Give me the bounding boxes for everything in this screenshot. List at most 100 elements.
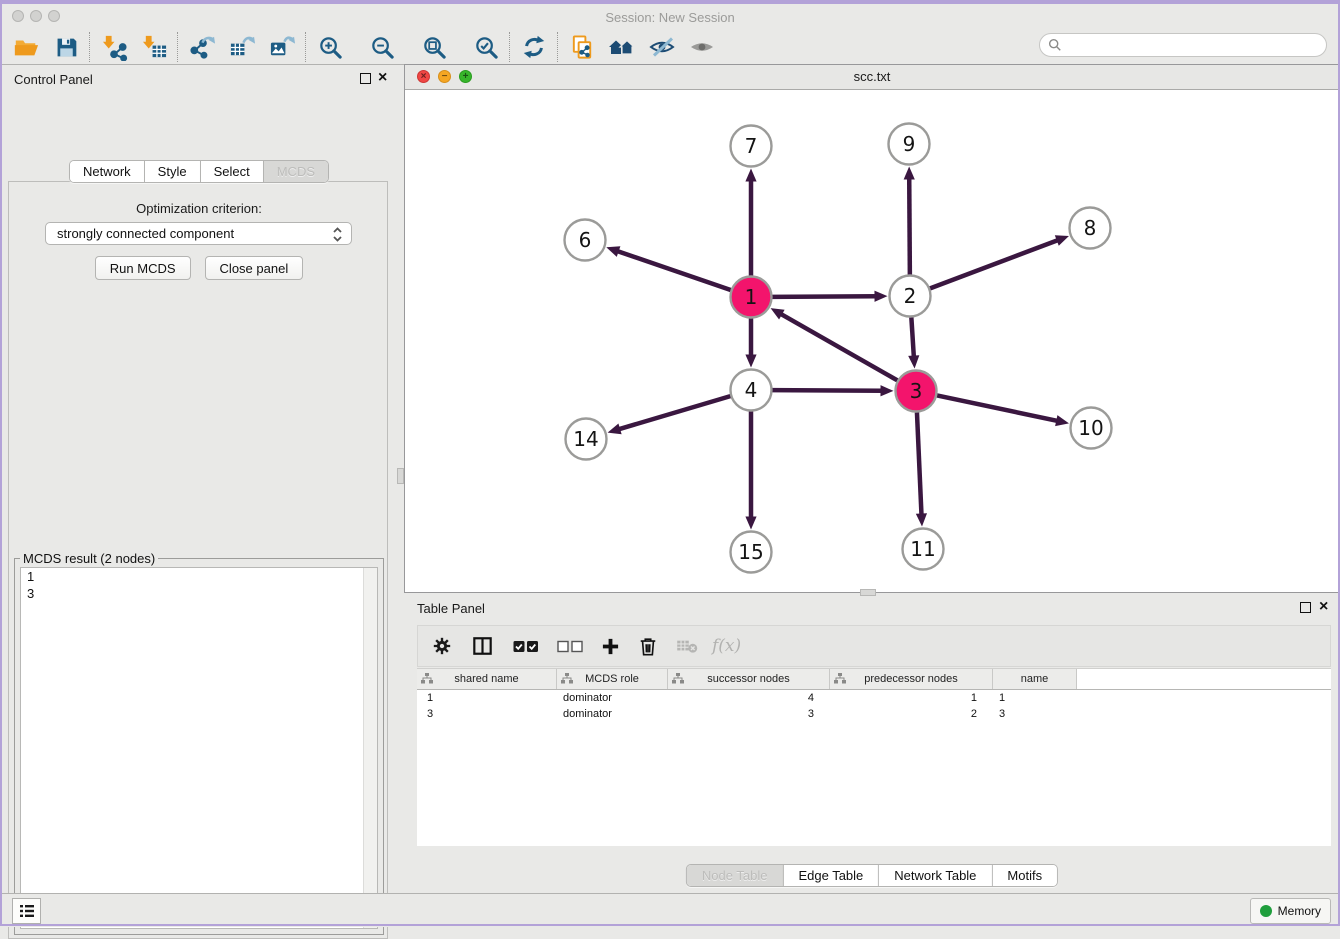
graph-node-11[interactable]: 11 [903, 529, 944, 570]
graph-node-8[interactable]: 8 [1070, 208, 1111, 249]
save-session-icon[interactable] [52, 33, 80, 61]
export-image-icon[interactable] [268, 33, 296, 61]
graph-edge-4-3[interactable] [772, 390, 882, 391]
open-session-icon[interactable] [12, 33, 40, 61]
tab-edge-table[interactable]: Edge Table [783, 865, 879, 886]
duplicate-network-icon[interactable] [568, 33, 596, 61]
cell-shared-name[interactable]: 3 [417, 706, 557, 722]
zoom-out-icon[interactable] [368, 33, 396, 61]
tab-network[interactable]: Network [70, 161, 145, 182]
toolbar-separator [509, 32, 511, 62]
cell-mcds-role[interactable]: dominator [557, 690, 668, 706]
control-panel-tab-bar: NetworkStyleSelectMCDS [69, 160, 329, 183]
graph-node-1[interactable]: 1 [731, 277, 772, 318]
show-all-icon[interactable] [688, 33, 716, 61]
export-network-icon[interactable] [188, 33, 216, 61]
network-graph[interactable]: 7 9 6 8 1 2 4 3 14 10 15 11 [405, 89, 1339, 592]
graph-node-10[interactable]: 10 [1071, 408, 1112, 449]
cell-shared-name[interactable]: 1 [417, 690, 557, 706]
search-input[interactable] [1039, 33, 1327, 57]
graph-edge-3-10[interactable] [937, 395, 1058, 421]
mcds-result-title: MCDS result (2 nodes) [20, 551, 158, 566]
cell-mcds-role[interactable]: dominator [557, 706, 668, 722]
float-table-panel-icon[interactable] [1300, 602, 1311, 613]
cell-successor-nodes[interactable]: 4 [668, 690, 830, 706]
graph-edge-1-6[interactable] [617, 251, 731, 290]
control-panel: Control Panel × NetworkStyleSelectMCDS O… [0, 64, 398, 893]
table-row[interactable]: 3dominator323 [417, 706, 1331, 722]
column-header-name[interactable]: name [993, 669, 1077, 689]
graph-arrowhead-4-15 [745, 517, 756, 530]
graph-node-7[interactable]: 7 [731, 126, 772, 167]
split-columns-icon[interactable] [472, 636, 493, 656]
memory-button[interactable]: Memory [1250, 898, 1331, 924]
task-history-button[interactable] [12, 898, 41, 924]
network-window-titlebar[interactable]: × − + scc.txt [405, 65, 1339, 90]
close-panel-button[interactable]: Close panel [205, 256, 304, 280]
table-settings-icon[interactable] [432, 636, 452, 656]
mcds-result-list[interactable]: 13 [20, 567, 378, 929]
column-header-successor-nodes[interactable]: successor nodes [668, 669, 830, 689]
tab-network-table[interactable]: Network Table [879, 865, 992, 886]
criterion-dropdown[interactable]: strongly connected component [45, 222, 352, 245]
tab-motifs[interactable]: Motifs [992, 865, 1057, 886]
cell-name[interactable]: 1 [993, 690, 1077, 706]
hide-selected-icon[interactable] [648, 33, 676, 61]
export-table-icon[interactable] [228, 33, 256, 61]
graph-arrowhead-2-9 [904, 166, 915, 179]
node-table[interactable]: shared nameMCDS rolesuccessor nodesprede… [417, 668, 1331, 846]
column-header-shared-name[interactable]: shared name [417, 669, 557, 689]
svg-text:10: 10 [1078, 416, 1103, 440]
delete-selected-icon[interactable] [638, 636, 658, 657]
tab-mcds[interactable]: MCDS [264, 161, 328, 182]
list-icon [19, 904, 35, 918]
graph-edge-3-11[interactable] [917, 412, 922, 515]
cell-name[interactable]: 3 [993, 706, 1077, 722]
graph-node-3[interactable]: 3 [896, 371, 937, 412]
first-neighbors-icon[interactable] [608, 33, 636, 61]
table-row[interactable]: 1dominator411 [417, 690, 1331, 706]
run-mcds-button[interactable]: Run MCDS [95, 256, 191, 280]
float-panel-icon[interactable] [360, 73, 371, 84]
column-header-predecessor-nodes[interactable]: predecessor nodes [830, 669, 993, 689]
graph-node-14[interactable]: 14 [566, 419, 607, 460]
graph-node-15[interactable]: 15 [731, 532, 772, 573]
graph-node-2[interactable]: 2 [890, 276, 931, 317]
svg-text:11: 11 [910, 537, 935, 561]
column-header-mcds-role[interactable]: MCDS role [557, 669, 668, 689]
tab-node-table[interactable]: Node Table [687, 865, 784, 886]
add-column-icon[interactable] [601, 637, 620, 656]
zoom-in-icon[interactable] [316, 33, 344, 61]
select-all-rows-icon[interactable] [513, 640, 539, 653]
close-table-panel-icon[interactable]: × [1319, 602, 1328, 612]
cell-successor-nodes[interactable]: 3 [668, 706, 830, 722]
cell-predecessor-nodes[interactable]: 1 [830, 690, 993, 706]
svg-text:8: 8 [1084, 216, 1097, 240]
graph-edge-4-14[interactable] [618, 396, 730, 429]
graph-edge-3-1[interactable] [780, 314, 897, 381]
import-table-icon[interactable] [140, 33, 168, 61]
search-text-field[interactable] [1062, 37, 1326, 53]
apply-layout-icon[interactable] [520, 33, 548, 61]
graph-node-4[interactable]: 4 [731, 370, 772, 411]
toolbar-separator [305, 32, 307, 62]
result-scrollbar[interactable] [363, 568, 377, 928]
graph-edge-1-2[interactable] [772, 296, 876, 297]
vertical-splitter-grip[interactable] [397, 468, 404, 484]
tab-style[interactable]: Style [145, 161, 201, 182]
svg-text:2: 2 [904, 284, 917, 308]
deselect-all-rows-icon[interactable] [557, 640, 583, 653]
zoom-fit-icon[interactable] [420, 33, 448, 61]
tab-select[interactable]: Select [201, 161, 264, 182]
toolbar-separator [89, 32, 91, 62]
memory-label: Memory [1278, 904, 1321, 918]
graph-node-6[interactable]: 6 [565, 220, 606, 261]
graph-edge-2-8[interactable] [930, 240, 1059, 289]
graph-node-9[interactable]: 9 [889, 124, 930, 165]
graph-edge-2-9[interactable] [909, 177, 910, 274]
cell-predecessor-nodes[interactable]: 2 [830, 706, 993, 722]
import-network-icon[interactable] [100, 33, 128, 61]
graph-edge-2-3[interactable] [911, 317, 914, 357]
close-panel-icon[interactable]: × [378, 73, 387, 83]
zoom-selected-icon[interactable] [472, 33, 500, 61]
